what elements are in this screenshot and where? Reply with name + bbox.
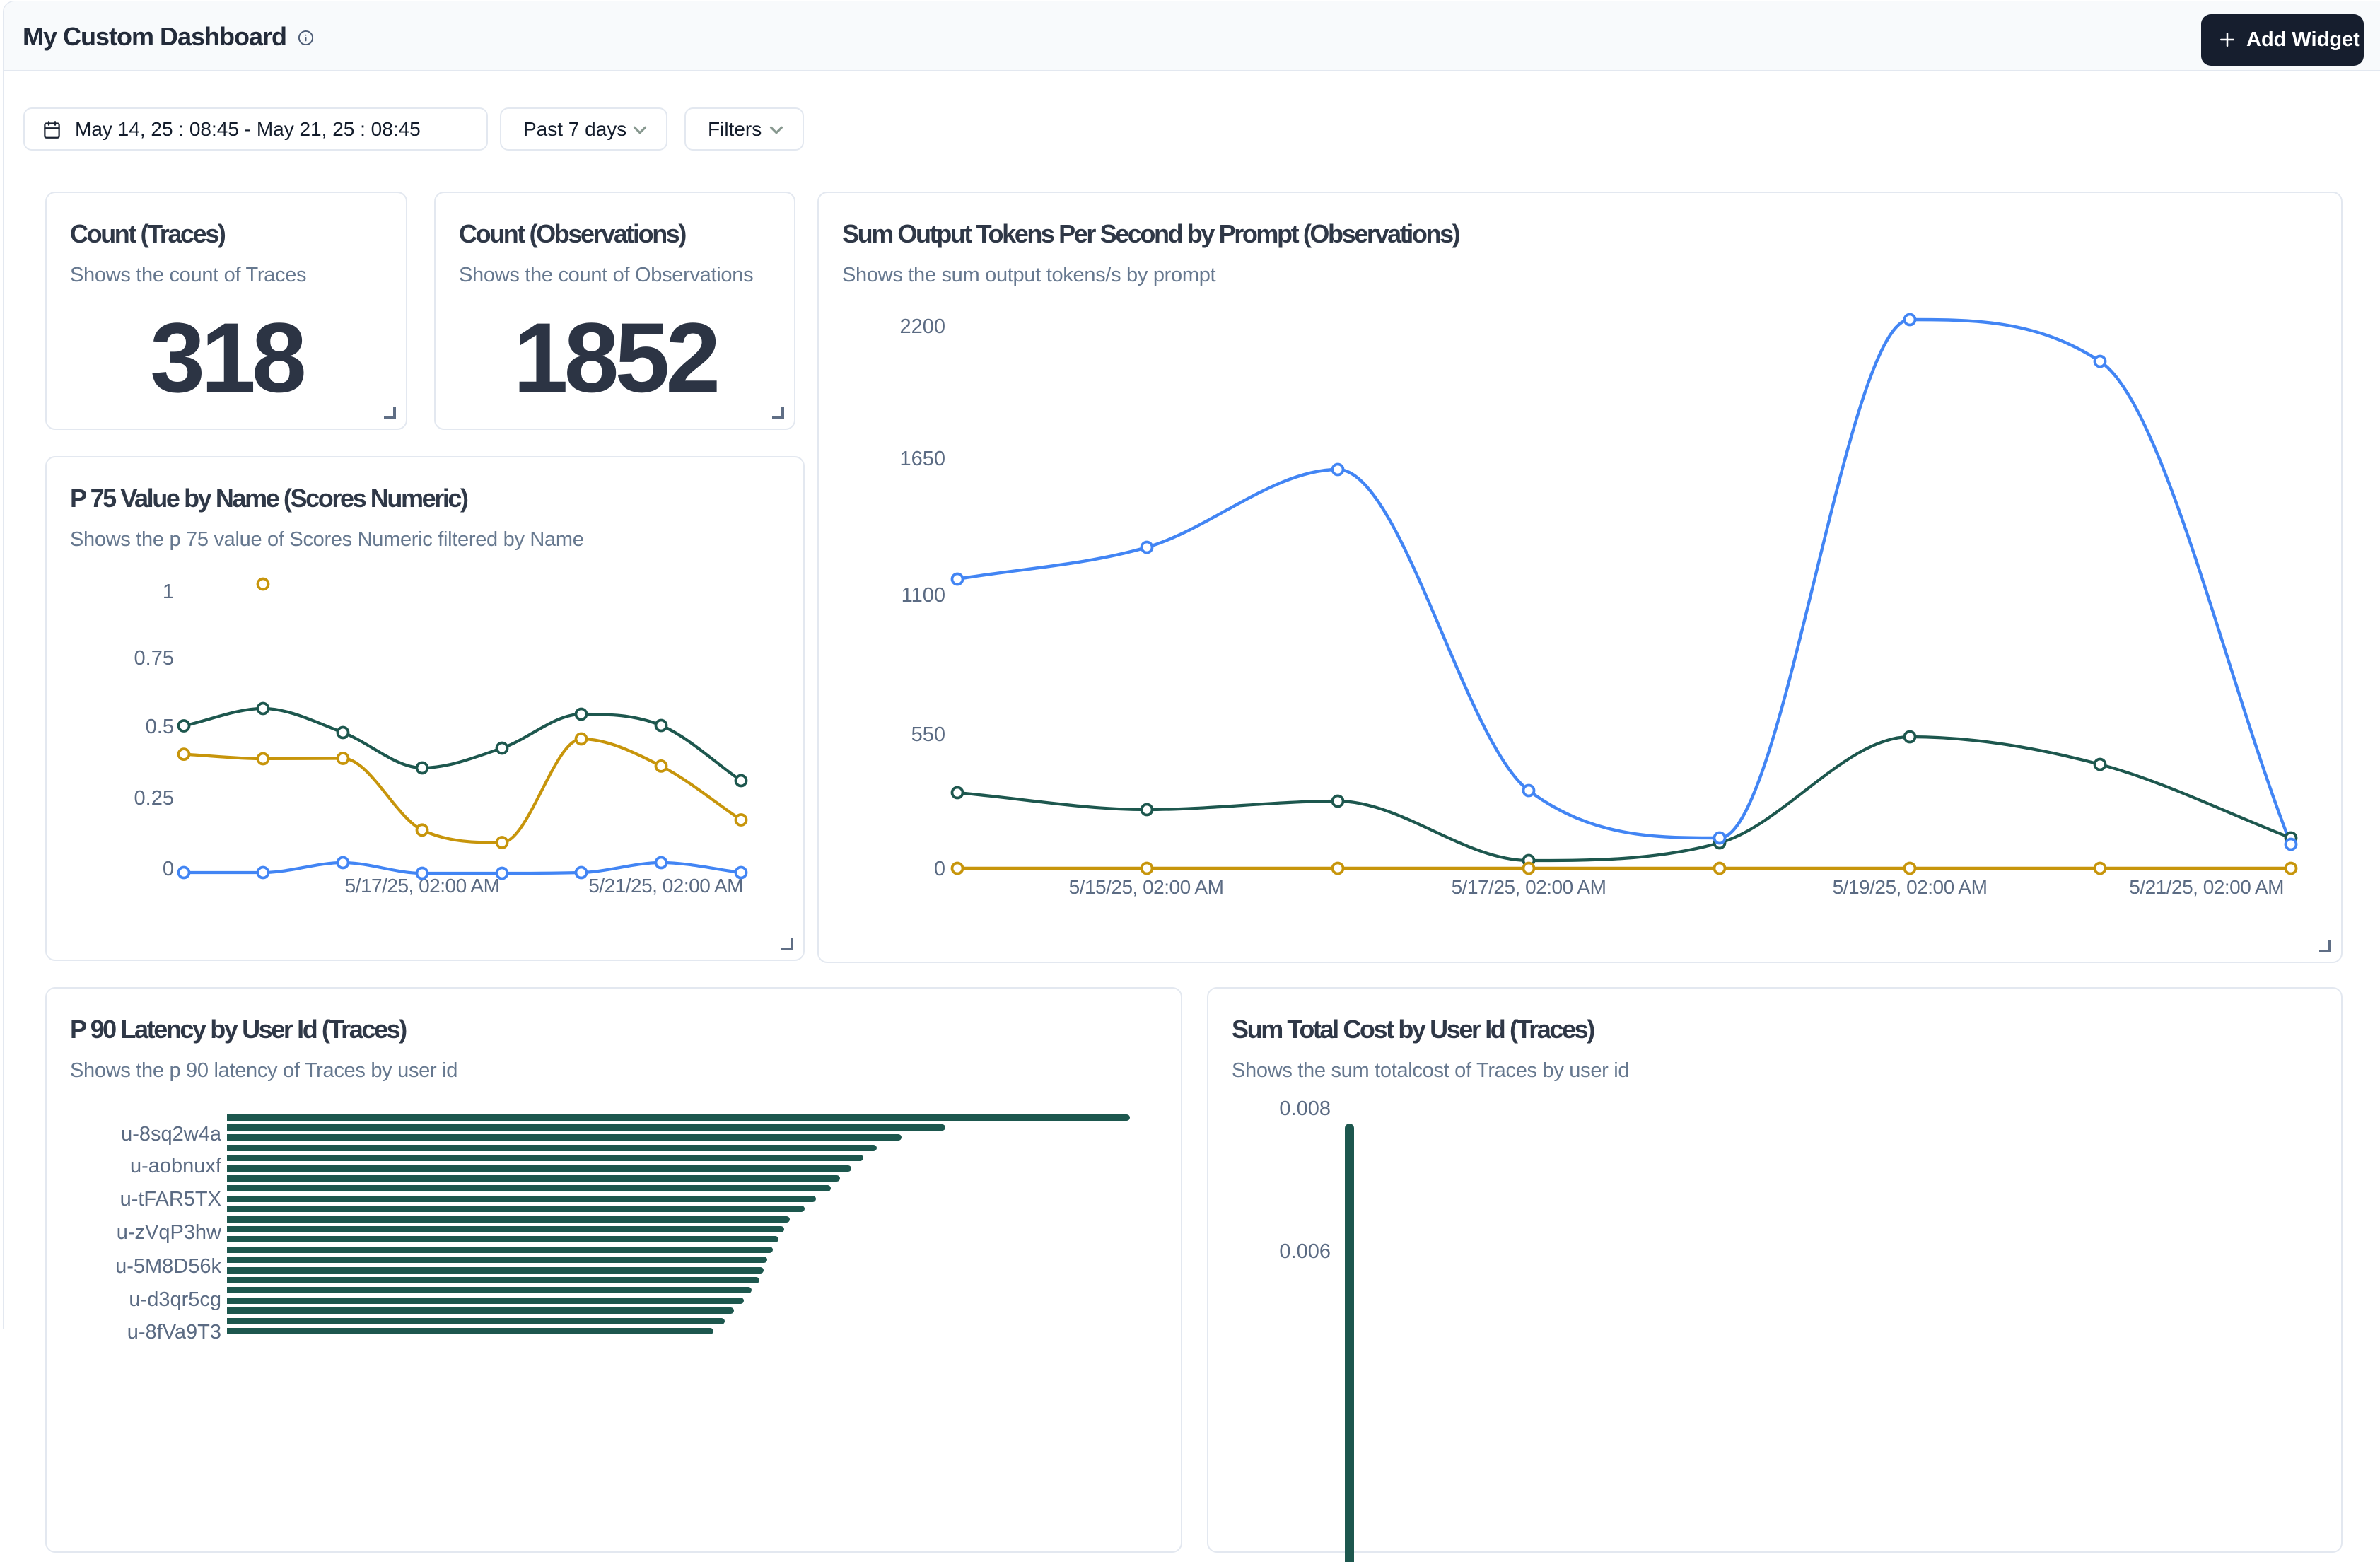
svg-text:0.75: 0.75 [134,647,174,670]
svg-text:5/19/25, 02:00 AM: 5/19/25, 02:00 AM [1833,876,1988,898]
svg-text:1650: 1650 [899,448,945,470]
svg-text:550: 550 [911,723,945,746]
svg-text:2200: 2200 [899,315,945,338]
svg-text:1100: 1100 [902,584,945,607]
svg-text:5/17/25, 02:00 AM: 5/17/25, 02:00 AM [1452,876,1606,898]
svg-text:0.25: 0.25 [134,787,174,810]
svg-text:1: 1 [163,581,174,603]
svg-text:5/21/25, 02:00 AM: 5/21/25, 02:00 AM [588,875,743,897]
svg-text:0: 0 [934,858,945,880]
svg-text:0: 0 [163,858,174,880]
svg-text:5/15/25, 02:00 AM: 5/15/25, 02:00 AM [1069,876,1224,898]
svg-text:0.5: 0.5 [146,716,174,738]
svg-text:5/21/25, 02:00 AM: 5/21/25, 02:00 AM [2129,876,2284,898]
